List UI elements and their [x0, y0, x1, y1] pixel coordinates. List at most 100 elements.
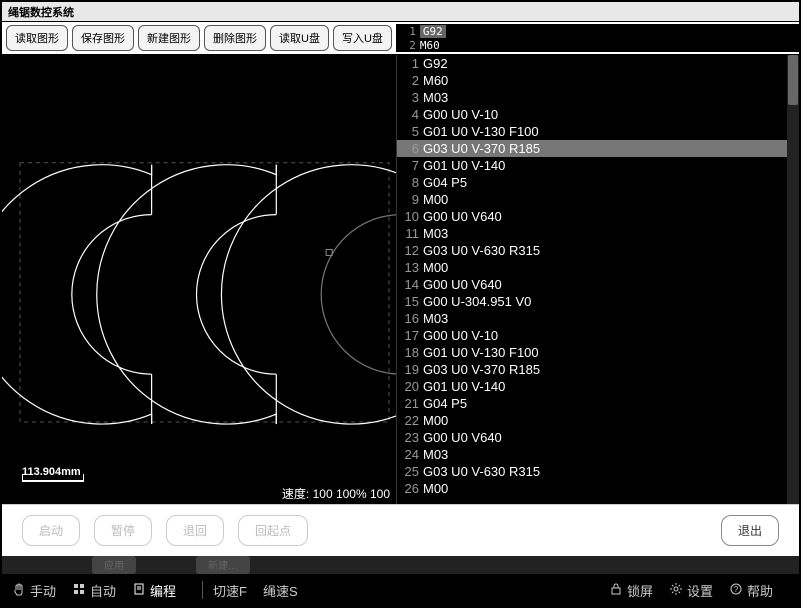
line-code: G00 U0 V640 — [423, 209, 502, 224]
gcode-line[interactable]: 7G01 U0 V-140 — [397, 157, 799, 174]
gcode-line[interactable]: 24M03 — [397, 446, 799, 463]
toolbar-button-3[interactable]: 删除图形 — [204, 25, 266, 51]
line-code: M00 — [423, 413, 448, 428]
control-button-3[interactable]: 回起点 — [238, 515, 308, 546]
bottombar-left-2[interactable]: 编程 — [132, 581, 176, 600]
scrollbar-thumb[interactable] — [788, 55, 798, 105]
line-number: 8 — [397, 175, 419, 190]
gcode-line[interactable]: 26 M00 — [397, 480, 799, 497]
line-code: G01 U0 V-140 — [423, 379, 505, 394]
line-code: M60 — [423, 73, 448, 88]
bottombar-right-0[interactable]: 锁屏 — [609, 581, 653, 600]
toolbar-button-0[interactable]: 读取图形 — [6, 25, 68, 51]
line-number: 24 — [397, 447, 419, 462]
control-bar: 启动暂停退回回起点 退出 — [2, 504, 799, 556]
speed-label: 速度: 100 100% 100 — [282, 485, 390, 502]
lock-icon — [609, 582, 623, 599]
gcode-line[interactable]: 12G03 U0 V-630 R315 — [397, 242, 799, 259]
gcode-line[interactable]: 9M00 — [397, 191, 799, 208]
bottombar-label: 设置 — [687, 581, 713, 600]
control-button-2[interactable]: 退回 — [166, 515, 224, 546]
line-code: M00 — [423, 481, 448, 496]
toolbar-button-1[interactable]: 保存图形 — [72, 25, 134, 51]
toolbar-button-4[interactable]: 读取U盘 — [270, 25, 329, 51]
line-number: 2 — [397, 73, 419, 88]
line-code: G04 P5 — [423, 396, 467, 411]
gcode-line[interactable]: 25G03 U0 V-630 R315 — [397, 463, 799, 480]
bottombar-label: 编程 — [150, 581, 176, 600]
gcode-line[interactable]: 17G00 U0 V-10 — [397, 327, 799, 344]
line-number: 19 — [397, 362, 419, 377]
line-number: 20 — [397, 379, 419, 394]
toolbar-button-group: 读取图形保存图形新建图形删除图形读取U盘写入U盘 — [2, 23, 396, 53]
line-code: G00 U-304.951 V0 — [423, 294, 531, 309]
line-code: M00 — [423, 192, 448, 207]
gcode-line[interactable]: 11M03 — [397, 225, 799, 242]
vertical-scrollbar[interactable] — [787, 55, 799, 504]
line-number: 11 — [397, 226, 419, 241]
line-code: G03 U0 V-630 R315 — [423, 243, 540, 258]
line-number: 14 — [397, 277, 419, 292]
background-chip: 新建… — [196, 556, 250, 574]
gcode-line[interactable]: 2 M60 — [397, 72, 799, 89]
line-number: 16 — [397, 311, 419, 326]
bottombar-label: 手动 — [30, 581, 56, 600]
bottombar-label: 切速F — [213, 581, 247, 600]
line-number: 4 — [397, 107, 419, 122]
gcode-line[interactable]: 15G00 U-304.951 V0 — [397, 293, 799, 310]
gcode-line[interactable]: 18G01 U0 V-130 F100 — [397, 344, 799, 361]
bottombar-mid-0[interactable]: 切速F — [213, 581, 247, 600]
line-code: M00 — [423, 260, 448, 275]
gcode-line[interactable]: 6 G03 U0 V-370 R185 — [397, 140, 799, 157]
gcode-line[interactable]: 5G01 U0 V-130 F100 — [397, 123, 799, 140]
line-number: 21 — [397, 396, 419, 411]
gcode-line[interactable]: 21 G04 P5 — [397, 395, 799, 412]
line-number: 6 — [397, 141, 419, 156]
gcode-line[interactable]: 22 M00 — [397, 412, 799, 429]
hand-icon — [12, 582, 26, 599]
drawing-canvas[interactable]: 113.904mm 速度: 100 100% 100 — [2, 55, 397, 504]
bottombar-label: 自动 — [90, 581, 116, 600]
gcode-line[interactable]: 16M03 — [397, 310, 799, 327]
gear-icon — [669, 582, 683, 599]
bottombar-mid-1[interactable]: 绳速S — [263, 581, 298, 600]
toolbar-button-5[interactable]: 写入U盘 — [333, 25, 392, 51]
gcode-panel[interactable]: 1G922 M603M034 G00 U0 V-105G01 U0 V-130 F1… — [397, 55, 799, 504]
exit-button[interactable]: 退出 — [721, 515, 779, 546]
bottombar-left-1[interactable]: 自动 — [72, 581, 116, 600]
line-code: G00 U0 V-10 — [423, 107, 498, 122]
doc-icon — [132, 582, 146, 599]
line-number: 22 — [397, 413, 419, 428]
bottombar-right-1[interactable]: 设置 — [669, 581, 713, 600]
line-number: 3 — [397, 90, 419, 105]
gcode-line[interactable]: 4 G00 U0 V-10 — [397, 106, 799, 123]
toolbar-button-2[interactable]: 新建图形 — [138, 25, 200, 51]
gcode-line[interactable]: 13M00 — [397, 259, 799, 276]
line-code: G04 P5 — [423, 175, 467, 190]
line-code: G01 U0 V-140 — [423, 158, 505, 173]
line-code: G92 — [423, 56, 448, 71]
gcode-line[interactable]: 14G00 U0 V640 — [397, 276, 799, 293]
line-number: 25 — [397, 464, 419, 479]
bottombar-label: 帮助 — [747, 581, 773, 600]
control-button-0[interactable]: 启动 — [22, 515, 80, 546]
line-code: G03 U0 V-370 R185 — [423, 141, 540, 156]
toolbar-code-preview: 1G922M60 — [396, 24, 799, 52]
help-icon: ? — [729, 582, 743, 599]
line-number: 26 — [397, 481, 419, 496]
control-button-1[interactable]: 暂停 — [94, 515, 152, 546]
bottombar-left-0[interactable]: 手动 — [12, 581, 56, 600]
bottombar-label: 锁屏 — [627, 581, 653, 600]
top-toolbar: 读取图形保存图形新建图形删除图形读取U盘写入U盘 1G922M60 — [2, 22, 799, 54]
line-number: 23 — [397, 430, 419, 445]
gcode-line[interactable]: 20 G01 U0 V-140 — [397, 378, 799, 395]
gcode-line[interactable]: 23G00 U0 V640 — [397, 429, 799, 446]
window-title: 绳锯数控系统 — [8, 7, 74, 19]
gcode-line[interactable]: 1G92 — [397, 55, 799, 72]
gcode-line[interactable]: 10G00 U0 V640 — [397, 208, 799, 225]
gcode-line[interactable]: 3M03 — [397, 89, 799, 106]
line-number: 18 — [397, 345, 419, 360]
gcode-line[interactable]: 19G03 U0 V-370 R185 — [397, 361, 799, 378]
bottombar-right-2[interactable]: ?帮助 — [729, 581, 773, 600]
gcode-line[interactable]: 8 G04 P5 — [397, 174, 799, 191]
